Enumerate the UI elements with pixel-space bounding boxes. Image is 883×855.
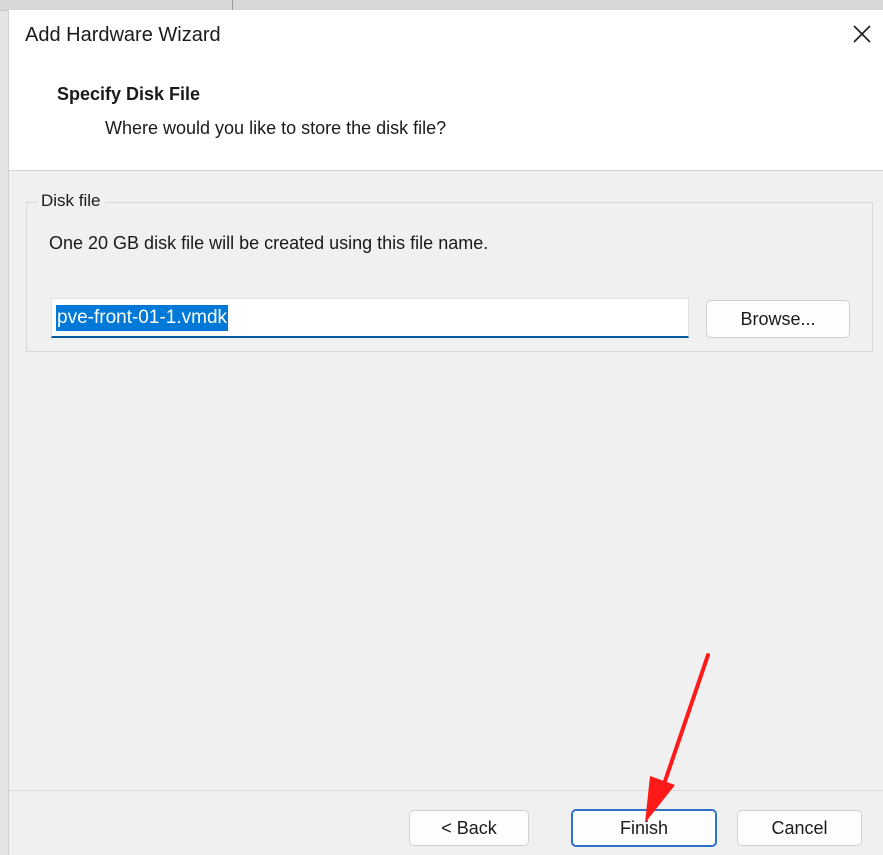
finish-button[interactable]: Finish bbox=[571, 809, 717, 847]
disk-filename-input[interactable]: pve-front-01-1.vmdk bbox=[51, 298, 689, 338]
disk-file-description: One 20 GB disk file will be created usin… bbox=[49, 233, 489, 253]
disk-filename-value: pve-front-01-1.vmdk bbox=[56, 304, 229, 331]
browse-button[interactable]: Browse... bbox=[706, 300, 850, 338]
cancel-button[interactable]: Cancel bbox=[737, 810, 862, 846]
title-bar: Add Hardware Wizard bbox=[9, 10, 883, 66]
close-icon bbox=[853, 25, 871, 43]
back-button[interactable]: < Back bbox=[409, 810, 529, 846]
page-title: Specify Disk File bbox=[57, 84, 201, 104]
page-subtitle: Where would you like to store the disk f… bbox=[105, 118, 447, 138]
close-button[interactable] bbox=[842, 14, 882, 54]
footer-divider bbox=[9, 790, 883, 791]
window-title: Add Hardware Wizard bbox=[25, 24, 221, 46]
add-hardware-wizard-dialog: Add Hardware Wizard Specify Disk File Wh… bbox=[8, 10, 883, 855]
wizard-header: Specify Disk File Where would you like t… bbox=[9, 66, 883, 171]
disk-file-group-label: Disk file bbox=[37, 191, 105, 211]
disk-file-group: Disk file One 20 GB disk file will be cr… bbox=[26, 191, 873, 352]
